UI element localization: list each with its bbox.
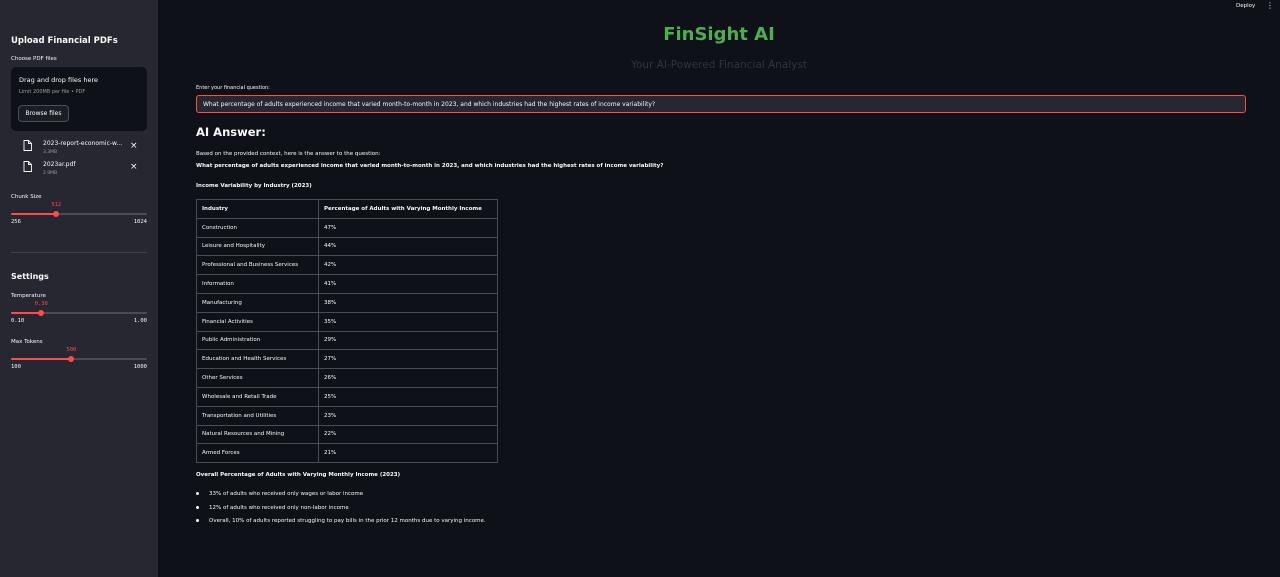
percentage-cell: 38% xyxy=(318,292,498,313)
file-name: 2023ar.pdf xyxy=(43,161,76,168)
table-row: Construction 47% xyxy=(196,217,498,238)
percentage-cell: 29% xyxy=(318,330,498,351)
file-icon xyxy=(23,140,32,151)
percentage-cell: 27% xyxy=(318,349,498,370)
industry-cell: Leisure and Hospitality xyxy=(196,236,319,257)
slider-max: 1.00 xyxy=(133,318,147,324)
file-size: 3.3MB xyxy=(43,150,58,155)
deploy-button[interactable]: Deploy xyxy=(1236,3,1255,9)
table-row: Transportation and Utilities 23% xyxy=(196,405,498,426)
table-row: Armed Forces 21% xyxy=(196,443,498,464)
file-size: 2.9MB xyxy=(43,171,58,176)
list-item: Overall, 10% of adults reported struggli… xyxy=(196,516,486,530)
max-tokens-slider[interactable]: 500 100 1000 xyxy=(11,347,147,374)
table-header-row: Industry Percentage of Adults with Varyi… xyxy=(196,199,498,219)
chunk-size-label: Chunk Size xyxy=(11,194,42,200)
uploader-label: Choose PDF files xyxy=(11,56,57,62)
table-row: Wholesale and Retail Trade 25% xyxy=(196,386,498,407)
sidebar: Upload Financial PDFs Choose PDF files D… xyxy=(0,0,158,577)
page-subtitle: Your AI-Powered Financial Analyst xyxy=(630,59,808,71)
table-row: Education and Health Services 27% xyxy=(196,349,498,370)
question-label: Enter your financial question: xyxy=(196,85,270,91)
percentage-cell: 22% xyxy=(318,424,498,445)
column-header-industry: Industry xyxy=(196,199,319,219)
slider-fill xyxy=(11,213,57,215)
column-header-percentage: Percentage of Adults with Varying Monthl… xyxy=(318,199,498,219)
sidebar-title: Upload Financial PDFs xyxy=(11,36,118,46)
percentage-cell: 35% xyxy=(318,311,498,332)
dropzone-title: Drag and drop files here xyxy=(19,76,98,84)
temperature-slider[interactable]: 0.30 0.10 1.00 xyxy=(11,301,147,328)
table-row: Public Administration 29% xyxy=(196,330,498,351)
overall-title: Overall Percentage of Adults with Varyin… xyxy=(196,472,401,478)
slider-value: 500 xyxy=(66,347,77,353)
industry-cell: Wholesale and Retail Trade xyxy=(196,386,319,407)
percentage-cell: 25% xyxy=(318,386,498,407)
remove-file-icon[interactable]: × xyxy=(130,142,138,151)
list-item: 12% of adults who received only non-labo… xyxy=(196,503,486,517)
file-icon xyxy=(23,161,32,172)
table-row: Financial Activities 35% xyxy=(196,311,498,332)
percentage-cell: 42% xyxy=(318,255,498,276)
industry-cell: Public Administration xyxy=(196,330,319,351)
industry-cell: Information xyxy=(196,274,319,294)
sidebar-divider xyxy=(11,252,147,253)
browse-files-button[interactable]: Browse files xyxy=(18,105,69,122)
table-title: Income Variability by Industry (2023) xyxy=(196,183,312,189)
chunk-size-slider[interactable]: 512 256 1024 xyxy=(11,202,147,229)
industry-cell: Financial Activities xyxy=(196,311,319,332)
question-input[interactable] xyxy=(196,95,1246,113)
table-row: Leisure and Hospitality 44% xyxy=(196,236,498,257)
slider-min: 100 xyxy=(11,364,21,370)
industry-cell: Natural Resources and Mining xyxy=(196,424,319,445)
file-name: 2023-report-economic-w... xyxy=(43,140,123,147)
industry-cell: Manufacturing xyxy=(196,292,319,313)
industry-table: Industry Percentage of Adults with Varyi… xyxy=(196,199,498,464)
slider-fill xyxy=(11,312,42,314)
industry-cell: Other Services xyxy=(196,368,319,388)
percentage-cell: 47% xyxy=(318,217,498,238)
settings-title: Settings xyxy=(11,272,49,281)
table-row: Information 41% xyxy=(196,274,498,294)
slider-thumb[interactable] xyxy=(68,356,75,362)
uploaded-file: 2023-report-economic-w... 3.3MB × xyxy=(23,140,147,158)
page-title: FinSight AI xyxy=(663,24,775,45)
slider-value: 512 xyxy=(51,202,62,208)
uploaded-file: 2023ar.pdf 2.9MB × xyxy=(23,161,147,179)
percentage-cell: 21% xyxy=(318,443,498,464)
max-tokens-label: Max Tokens xyxy=(11,339,43,345)
slider-value: 0.30 xyxy=(34,301,48,307)
answer-heading: AI Answer: xyxy=(196,125,266,139)
slider-thumb[interactable] xyxy=(53,211,60,217)
answer-question: What percentage of adults experienced in… xyxy=(196,163,664,169)
percentage-cell: 44% xyxy=(318,236,498,257)
industry-cell: Construction xyxy=(196,217,319,238)
answer-intro: Based on the provided context, here is t… xyxy=(196,151,381,157)
remove-file-icon[interactable]: × xyxy=(130,163,138,172)
slider-fill xyxy=(11,358,72,360)
slider-max: 1000 xyxy=(133,364,147,370)
table-row: Manufacturing 38% xyxy=(196,292,498,313)
list-item: 33% of adults who received only wages or… xyxy=(196,489,486,503)
percentage-cell: 26% xyxy=(318,368,498,388)
industry-cell: Professional and Business Services xyxy=(196,255,319,276)
dropzone-limit: Limit 200MB per file • PDF xyxy=(19,89,86,95)
slider-min: 0.10 xyxy=(11,318,25,324)
industry-cell: Transportation and Utilities xyxy=(196,405,319,426)
table-row: Professional and Business Services 42% xyxy=(196,255,498,276)
percentage-cell: 41% xyxy=(318,274,498,294)
slider-min: 256 xyxy=(11,219,21,225)
industry-cell: Armed Forces xyxy=(196,443,319,464)
main-menu-icon[interactable]: ⋮ xyxy=(1266,1,1274,11)
overall-list: 33% of adults who received only wages or… xyxy=(196,489,486,530)
table-row: Other Services 26% xyxy=(196,368,498,388)
file-dropzone[interactable]: Drag and drop files here Limit 200MB per… xyxy=(11,67,147,131)
industry-cell: Education and Health Services xyxy=(196,349,319,370)
temperature-label: Temperature xyxy=(11,293,46,299)
percentage-cell: 23% xyxy=(318,405,498,426)
slider-thumb[interactable] xyxy=(38,310,45,316)
table-row: Natural Resources and Mining 22% xyxy=(196,424,498,445)
slider-max: 1024 xyxy=(133,219,147,225)
